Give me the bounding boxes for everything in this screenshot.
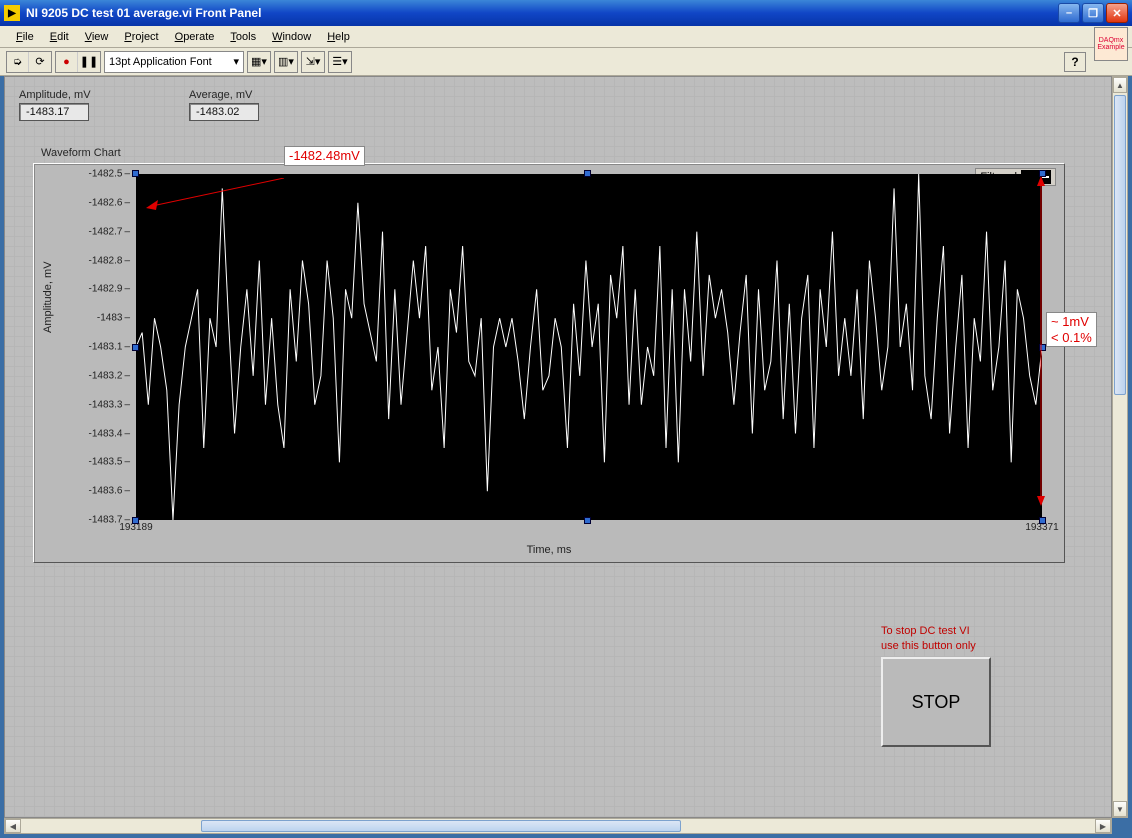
close-button[interactable]: ✕ [1106, 3, 1128, 23]
waveform-chart[interactable]: Filtered Amplitude, mV -1482.5-1482.6-14… [33, 163, 1065, 563]
menu-project[interactable]: Project [116, 29, 166, 45]
selection-handle[interactable] [1039, 170, 1046, 177]
selection-handle[interactable] [132, 344, 139, 351]
amplitude-value[interactable]: -1483.17 [19, 103, 89, 121]
horizontal-scrollbar[interactable]: ◀ ▶ [4, 818, 1112, 834]
selection-handle[interactable] [584, 517, 591, 524]
y-tick: -1482.7 [89, 226, 130, 237]
font-selector[interactable]: 13pt Application Font▾ [104, 51, 244, 73]
selection-handle[interactable] [1039, 517, 1046, 524]
maximize-button[interactable]: ❐ [1082, 3, 1104, 23]
stop-hint: To stop DC test VIuse this button only [881, 624, 991, 653]
y-tick: -1482.5 [89, 169, 130, 180]
title-bar: ▶ NI 9205 DC test 01 average.vi Front Pa… [0, 0, 1132, 26]
stop-button[interactable]: STOP [881, 657, 991, 747]
selection-handle[interactable] [132, 517, 139, 524]
y-tick: -1482.6 [89, 197, 130, 208]
run-continuous-button[interactable]: ⟳ [29, 52, 51, 72]
y-tick: -1483.3 [89, 399, 130, 410]
toolbar: ➭ ⟳ ● ❚❚ 13pt Application Font▾ ▦▾ ▥▾ ⇲▾… [0, 48, 1132, 76]
menu-help[interactable]: Help [319, 29, 358, 45]
v-scroll-thumb[interactable] [1114, 95, 1126, 395]
scroll-left-button[interactable]: ◀ [5, 819, 21, 833]
x-axis-label: Time, ms [527, 544, 572, 556]
front-panel: Amplitude, mV -1483.17 Average, mV -1483… [4, 76, 1112, 818]
selection-handle[interactable] [584, 170, 591, 177]
menu-view[interactable]: View [77, 29, 117, 45]
pause-button[interactable]: ❚❚ [78, 52, 100, 72]
scroll-down-button[interactable]: ▼ [1113, 801, 1127, 817]
vertical-scrollbar[interactable]: ▲ ▼ [1112, 76, 1128, 818]
menu-window[interactable]: Window [264, 29, 319, 45]
average-value[interactable]: -1483.02 [189, 103, 259, 121]
y-tick: -1483.2 [89, 370, 130, 381]
y-tick: -1483.1 [89, 342, 130, 353]
scroll-up-button[interactable]: ▲ [1113, 77, 1127, 93]
distribute-button[interactable]: ▥▾ [275, 52, 297, 72]
reorder-button[interactable]: ☰▾ [329, 52, 351, 72]
y-tick: -1482.8 [89, 255, 130, 266]
amplitude-indicator: Amplitude, mV -1483.17 [19, 89, 91, 121]
abort-button[interactable]: ● [56, 52, 78, 72]
window-title: NI 9205 DC test 01 average.vi Front Pane… [26, 6, 1058, 20]
y-tick: -1483.6 [89, 486, 130, 497]
menu-bar: File Edit View Project Operate Tools Win… [0, 26, 1132, 48]
run-button[interactable]: ➭ [7, 52, 29, 72]
y-tick: -1483.4 [89, 428, 130, 439]
plot-area[interactable] [136, 174, 1042, 520]
minimize-button[interactable]: – [1058, 3, 1080, 23]
chart-title: Waveform Chart [41, 147, 121, 159]
annotation-range: ~ 1mV< 0.1% [1046, 312, 1097, 347]
daqmx-example-icon: DAQmxExample [1094, 27, 1128, 61]
menu-tools[interactable]: Tools [222, 29, 264, 45]
selection-handle[interactable] [132, 170, 139, 177]
annotation-peak: -1482.48mV [284, 146, 365, 166]
y-ticks: -1482.5-1482.6-1482.7-1482.8-1482.9-1483… [34, 174, 134, 520]
h-scroll-thumb[interactable] [201, 820, 681, 832]
stop-area: To stop DC test VIuse this button only S… [881, 624, 991, 747]
amplitude-label: Amplitude, mV [19, 89, 91, 101]
y-tick: -1483.5 [89, 457, 130, 468]
align-button[interactable]: ▦▾ [248, 52, 270, 72]
selection-handle[interactable] [1039, 344, 1046, 351]
menu-operate[interactable]: Operate [167, 29, 223, 45]
context-help-button[interactable]: ? [1064, 52, 1086, 72]
y-tick: -1482.9 [89, 284, 130, 295]
menu-file[interactable]: File [8, 29, 42, 45]
app-icon: ▶ [4, 5, 20, 21]
y-tick: -1483 [97, 313, 130, 324]
scroll-right-button[interactable]: ▶ [1095, 819, 1111, 833]
resize-button[interactable]: ⇲▾ [302, 52, 324, 72]
menu-edit[interactable]: Edit [42, 29, 77, 45]
x-ticks: 193189 193371 [136, 522, 1042, 536]
average-indicator: Average, mV -1483.02 [189, 89, 259, 121]
average-label: Average, mV [189, 89, 259, 101]
